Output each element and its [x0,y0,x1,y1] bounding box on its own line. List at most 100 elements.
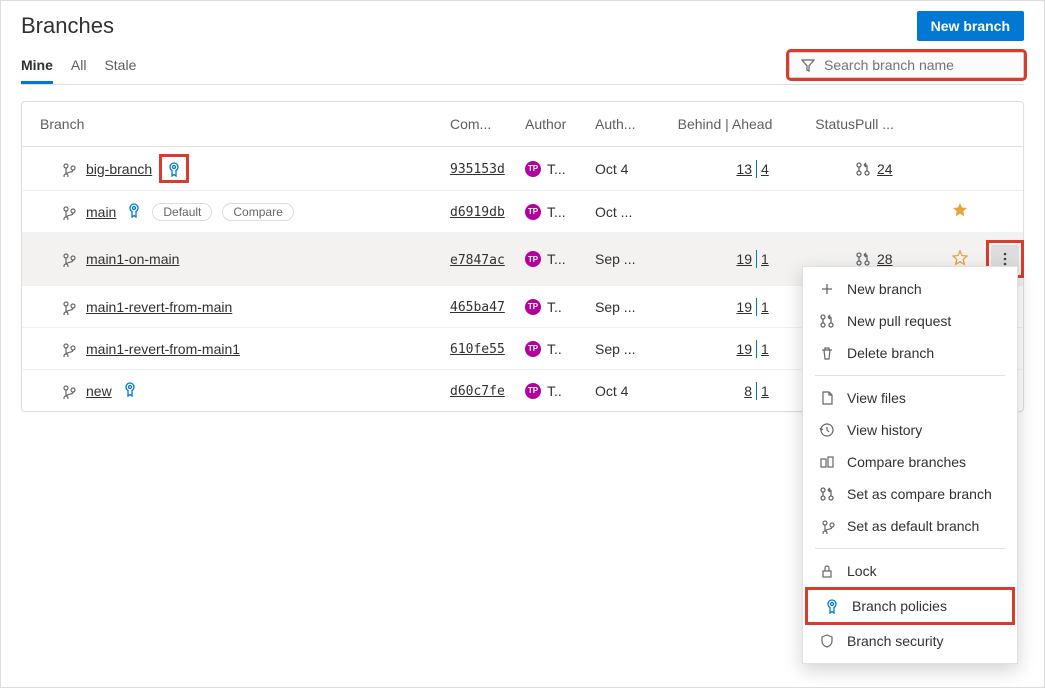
search-box[interactable] [789,52,1024,78]
branch-link[interactable]: new [86,383,112,399]
branch-link[interactable]: big-branch [86,161,152,177]
author-name: T.. [547,299,562,315]
plus-icon [819,281,835,297]
menu-view-history[interactable]: View history [803,414,1017,446]
lock-icon [819,563,835,579]
authored-date: Sep ... [595,341,665,357]
menu-view-files[interactable]: View files [803,382,1017,414]
star-filled-icon[interactable] [952,202,968,218]
branch-icon [60,383,76,399]
col-branch[interactable]: Branch [40,116,450,132]
col-pr[interactable]: Pull ... [855,116,935,132]
search-input[interactable] [816,57,1013,73]
author-name: T.. [547,341,562,357]
tab-all[interactable]: All [71,49,87,84]
branch-link[interactable]: main1-on-main [86,251,179,267]
commit-link[interactable]: d60c7fe [450,384,505,399]
history-icon [819,422,835,438]
ahead-count[interactable]: 1 [761,383,775,399]
commit-link[interactable]: 465ba47 [450,300,505,315]
badge-icon[interactable] [166,161,182,177]
author-name: T... [547,251,566,267]
table-header: Branch Com... Author Auth... Behind | Ah… [22,102,1023,147]
col-authored[interactable]: Auth... [595,116,665,132]
authored-date: Sep ... [595,251,665,267]
menu-set-compare[interactable]: Set as compare branch [803,478,1017,510]
default-tag: Default [152,203,212,221]
branch-link[interactable]: main [86,204,116,220]
trash-icon [819,345,835,361]
badge-icon [824,598,840,614]
badge-icon[interactable] [122,381,138,397]
branch-icon [60,161,76,177]
branch-icon [60,204,76,220]
branch-context-menu: New branch New pull request Delete branc… [802,266,1018,664]
branch-icon [60,251,76,267]
menu-compare[interactable]: Compare branches [803,446,1017,478]
compare-tag[interactable]: Compare [222,203,293,221]
behind-count[interactable]: 8 [738,383,752,399]
author-name: T... [547,161,566,177]
commit-link[interactable]: 935153d [450,162,505,177]
branch-icon [819,518,835,534]
commit-link[interactable]: d6919db [450,205,505,220]
authored-date: Oct 4 [595,161,665,177]
ahead-count[interactable]: 1 [761,341,775,357]
star-outline-icon[interactable] [952,250,968,266]
author-name: T... [547,204,566,220]
menu-branch-security[interactable]: Branch security [803,625,1017,657]
shield-icon [819,633,835,649]
pr-link[interactable]: 24 [877,161,893,177]
behind-count[interactable]: 19 [736,341,752,357]
authored-date: Oct ... [595,204,665,220]
more-vertical-icon [997,251,1013,267]
author-name: T.. [547,383,562,399]
branch-icon [60,299,76,315]
branch-link[interactable]: main1-revert-from-main1 [86,341,240,357]
menu-set-default[interactable]: Set as default branch [803,510,1017,542]
commit-link[interactable]: 610fe55 [450,342,505,357]
commit-link[interactable]: e7847ac [450,253,505,268]
branch-link[interactable]: main1-revert-from-main [86,299,232,315]
menu-delete[interactable]: Delete branch [803,337,1017,369]
filter-icon [800,57,816,73]
menu-branch-policies[interactable]: Branch policies [805,587,1015,625]
ahead-count[interactable]: 4 [761,161,775,177]
avatar: TP [525,204,541,220]
badge-icon[interactable] [126,202,142,218]
avatar: TP [525,251,541,267]
pull-request-icon [855,161,871,177]
behind-count[interactable]: 19 [736,299,752,315]
compare-icon [819,454,835,470]
file-icon [819,390,835,406]
col-status[interactable]: Status [785,116,855,132]
col-commit[interactable]: Com... [450,116,525,132]
avatar: TP [525,161,541,177]
avatar: TP [525,383,541,399]
authored-date: Oct 4 [595,383,665,399]
ahead-count[interactable]: 1 [761,251,775,267]
avatar: TP [525,341,541,357]
authored-date: Sep ... [595,299,665,315]
pull-request-icon [819,486,835,502]
table-row[interactable]: main Default Compare d6919db TP T... Oct ... [22,190,1023,232]
avatar: TP [525,299,541,315]
table-row[interactable]: big-branch 935153d TP T... Oct 4 13 4 24 [22,147,1023,190]
new-branch-button[interactable]: New branch [917,11,1024,41]
pull-request-icon [855,251,871,267]
menu-lock[interactable]: Lock [803,555,1017,587]
tab-stale[interactable]: Stale [104,49,136,84]
page-title: Branches [21,13,114,39]
pr-link[interactable]: 28 [877,251,893,267]
menu-new-pr[interactable]: New pull request [803,305,1017,337]
behind-count[interactable]: 19 [736,251,752,267]
col-author[interactable]: Author [525,116,595,132]
menu-new-branch[interactable]: New branch [803,273,1017,305]
branch-icon [60,341,76,357]
behind-count[interactable]: 13 [736,161,752,177]
pull-request-icon [819,313,835,329]
tab-mine[interactable]: Mine [21,49,53,84]
ahead-count[interactable]: 1 [761,299,775,315]
tabs: Mine All Stale [21,49,136,84]
col-behind-ahead[interactable]: Behind | Ahead [665,116,785,132]
